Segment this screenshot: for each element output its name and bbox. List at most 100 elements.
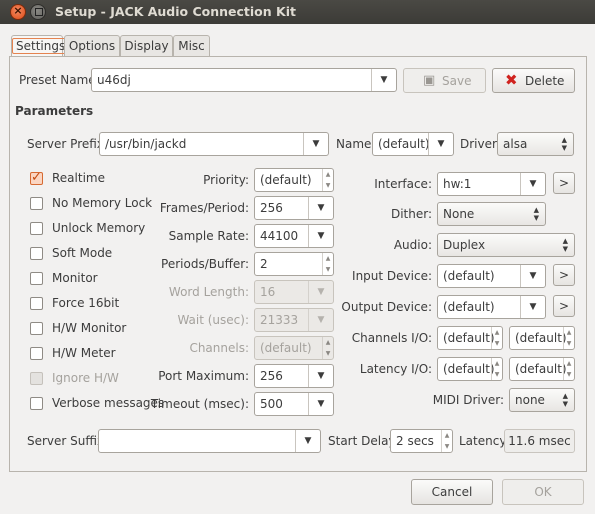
checkbox-label[interactable]: Soft Mode — [52, 246, 112, 260]
param-combo[interactable]: 256 ▼ — [254, 364, 334, 388]
tab-display[interactable]: Display — [120, 35, 173, 56]
title-bar: × Setup - JACK Audio Connection Kit — [0, 0, 595, 24]
param-combo[interactable]: 21333 ▼ — [254, 308, 334, 332]
chevron-down-icon[interactable]: ▼ — [520, 265, 545, 287]
delete-button[interactable]: ✖ Delete — [492, 68, 575, 93]
latency-in-spin[interactable]: (default) ▲ ▼ — [437, 357, 503, 381]
spin-arrows-icon[interactable]: ▲ ▼ — [491, 358, 502, 380]
checkbox-label[interactable]: Verbose messages — [52, 396, 164, 410]
checkbox-label[interactable]: Force 16bit — [52, 296, 119, 310]
checkbox-label[interactable]: Realtime — [52, 171, 105, 185]
chevron-down-icon[interactable]: ▼ — [371, 69, 396, 91]
start-delay-spin[interactable]: 2 secs ▲ ▼ — [390, 429, 453, 453]
latency-readout: 11.6 msec — [504, 429, 575, 453]
server-suffix-label: Server Suffix: — [27, 434, 109, 448]
close-window-button[interactable]: × — [10, 4, 26, 20]
updown-icon: ▲ ▼ — [562, 237, 568, 253]
checkbox-label[interactable]: No Memory Lock — [52, 196, 152, 210]
spin-arrows-icon[interactable]: ▲ ▼ — [322, 253, 333, 275]
checkbox-h-w-meter[interactable] — [30, 347, 43, 360]
checkbox-label[interactable]: Monitor — [52, 271, 98, 285]
driver-select[interactable]: alsa ▲ ▼ — [497, 132, 574, 156]
input-device-more-button[interactable]: > — [553, 264, 575, 286]
dither-label: Dither: — [390, 207, 432, 221]
checkbox-label[interactable]: H/W Monitor — [52, 321, 126, 335]
chevron-down-icon[interactable]: ▼ — [308, 197, 333, 219]
ok-button[interactable]: OK — [502, 479, 584, 505]
checkbox-unlock-memory[interactable] — [30, 222, 43, 235]
param-spinbox[interactable]: (default) ▲ ▼ — [254, 336, 334, 360]
save-button[interactable]: ▣ Save — [403, 68, 486, 93]
dither-select[interactable]: None ▲ ▼ — [437, 202, 546, 226]
chevron-down-icon[interactable]: ▼ — [520, 296, 545, 318]
param-combo[interactable]: 500 ▼ — [254, 392, 334, 416]
channels-out-spin[interactable]: (default) ▲ ▼ — [509, 326, 575, 350]
tab-settings[interactable]: Settings — [11, 35, 70, 57]
server-prefix-combo[interactable]: /usr/bin/jackd ▼ — [99, 132, 329, 156]
chevron-down-icon[interactable]: ▼ — [308, 365, 333, 387]
checkbox-realtime[interactable] — [30, 170, 43, 185]
spin-arrows-icon[interactable]: ▲ ▼ — [322, 337, 333, 359]
spin-arrows-icon[interactable]: ▲ ▼ — [491, 327, 502, 349]
chevron-down-icon[interactable]: ▼ — [428, 133, 453, 155]
chevron-down-icon[interactable]: ▼ — [308, 309, 333, 331]
param-label: Timeout (msec): — [150, 397, 249, 411]
chevron-down-icon[interactable]: ▼ — [295, 430, 320, 452]
param-combo[interactable]: 256 ▼ — [254, 196, 334, 220]
floppy-disk-icon: ▣ — [423, 73, 436, 88]
spin-arrows-icon[interactable]: ▲ ▼ — [563, 327, 574, 349]
spin-arrows-icon[interactable]: ▲ ▼ — [563, 358, 574, 380]
minimize-icon — [35, 8, 43, 16]
checkbox-soft-mode[interactable] — [30, 247, 43, 260]
param-label: Priority: — [203, 173, 249, 187]
chevron-down-icon[interactable]: ▼ — [308, 393, 333, 415]
param-label: Wait (usec): — [177, 313, 249, 327]
checkbox-label[interactable]: H/W Meter — [52, 346, 116, 360]
audio-label: Audio: — [393, 238, 432, 252]
param-label: Frames/Period: — [159, 201, 249, 215]
latency-out-spin[interactable]: (default) ▲ ▼ — [509, 357, 575, 381]
interface-more-button[interactable]: > — [553, 172, 575, 194]
chevron-down-icon[interactable]: ▼ — [308, 225, 333, 247]
checkbox-force-16bit[interactable] — [30, 297, 43, 310]
param-value: 256 — [260, 201, 283, 215]
channels-in-spin[interactable]: (default) ▲ ▼ — [437, 326, 503, 350]
midi-driver-select[interactable]: none ▲ ▼ — [509, 388, 575, 412]
preset-name-combo[interactable]: u46dj ▼ — [91, 68, 397, 92]
checkbox-ignore-h-w[interactable] — [30, 372, 43, 385]
input-device-value: (default) — [443, 269, 495, 283]
cancel-button[interactable]: Cancel — [411, 479, 493, 505]
output-device-combo[interactable]: (default) ▼ — [437, 295, 546, 319]
param-label: Periods/Buffer: — [161, 257, 249, 271]
checkbox-label[interactable]: Unlock Memory — [52, 221, 145, 235]
checkbox-no-memory-lock[interactable] — [30, 197, 43, 210]
checkbox-verbose-messages[interactable] — [30, 397, 43, 410]
param-spinbox[interactable]: 2 ▲ ▼ — [254, 252, 334, 276]
server-suffix-combo[interactable]: ▼ — [98, 429, 321, 453]
chevron-down-icon[interactable]: ▼ — [520, 173, 545, 195]
param-value: 500 — [260, 397, 283, 411]
output-device-more-button[interactable]: > — [553, 295, 575, 317]
output-device-value: (default) — [443, 300, 495, 314]
close-icon: × — [13, 4, 23, 17]
updown-icon: ▲ ▼ — [562, 392, 568, 408]
checkbox-monitor[interactable] — [30, 272, 43, 285]
param-spinbox[interactable]: (default) ▲ ▼ — [254, 168, 334, 192]
chevron-down-icon[interactable]: ▼ — [308, 281, 333, 303]
tab-options[interactable]: Options — [64, 35, 120, 56]
preset-name-label: Preset Name: — [19, 73, 100, 87]
spin-arrows-icon[interactable]: ▲ ▼ — [441, 430, 452, 452]
input-device-combo[interactable]: (default) ▼ — [437, 264, 546, 288]
param-combo[interactable]: 16 ▼ — [254, 280, 334, 304]
chevron-down-icon[interactable]: ▼ — [303, 133, 328, 155]
tab-misc[interactable]: Misc — [173, 35, 210, 56]
latency-in-value: (default) — [443, 362, 495, 376]
checkbox-h-w-monitor[interactable] — [30, 322, 43, 335]
audio-select[interactable]: Duplex ▲ ▼ — [437, 233, 575, 257]
spin-arrows-icon[interactable]: ▲ ▼ — [322, 169, 333, 191]
param-combo[interactable]: 44100 ▼ — [254, 224, 334, 248]
name-combo[interactable]: (default) ▼ — [372, 132, 454, 156]
interface-combo[interactable]: hw:1 ▼ — [437, 172, 546, 196]
checkbox-label[interactable]: Ignore H/W — [52, 371, 119, 385]
minimize-window-button[interactable] — [30, 4, 46, 20]
